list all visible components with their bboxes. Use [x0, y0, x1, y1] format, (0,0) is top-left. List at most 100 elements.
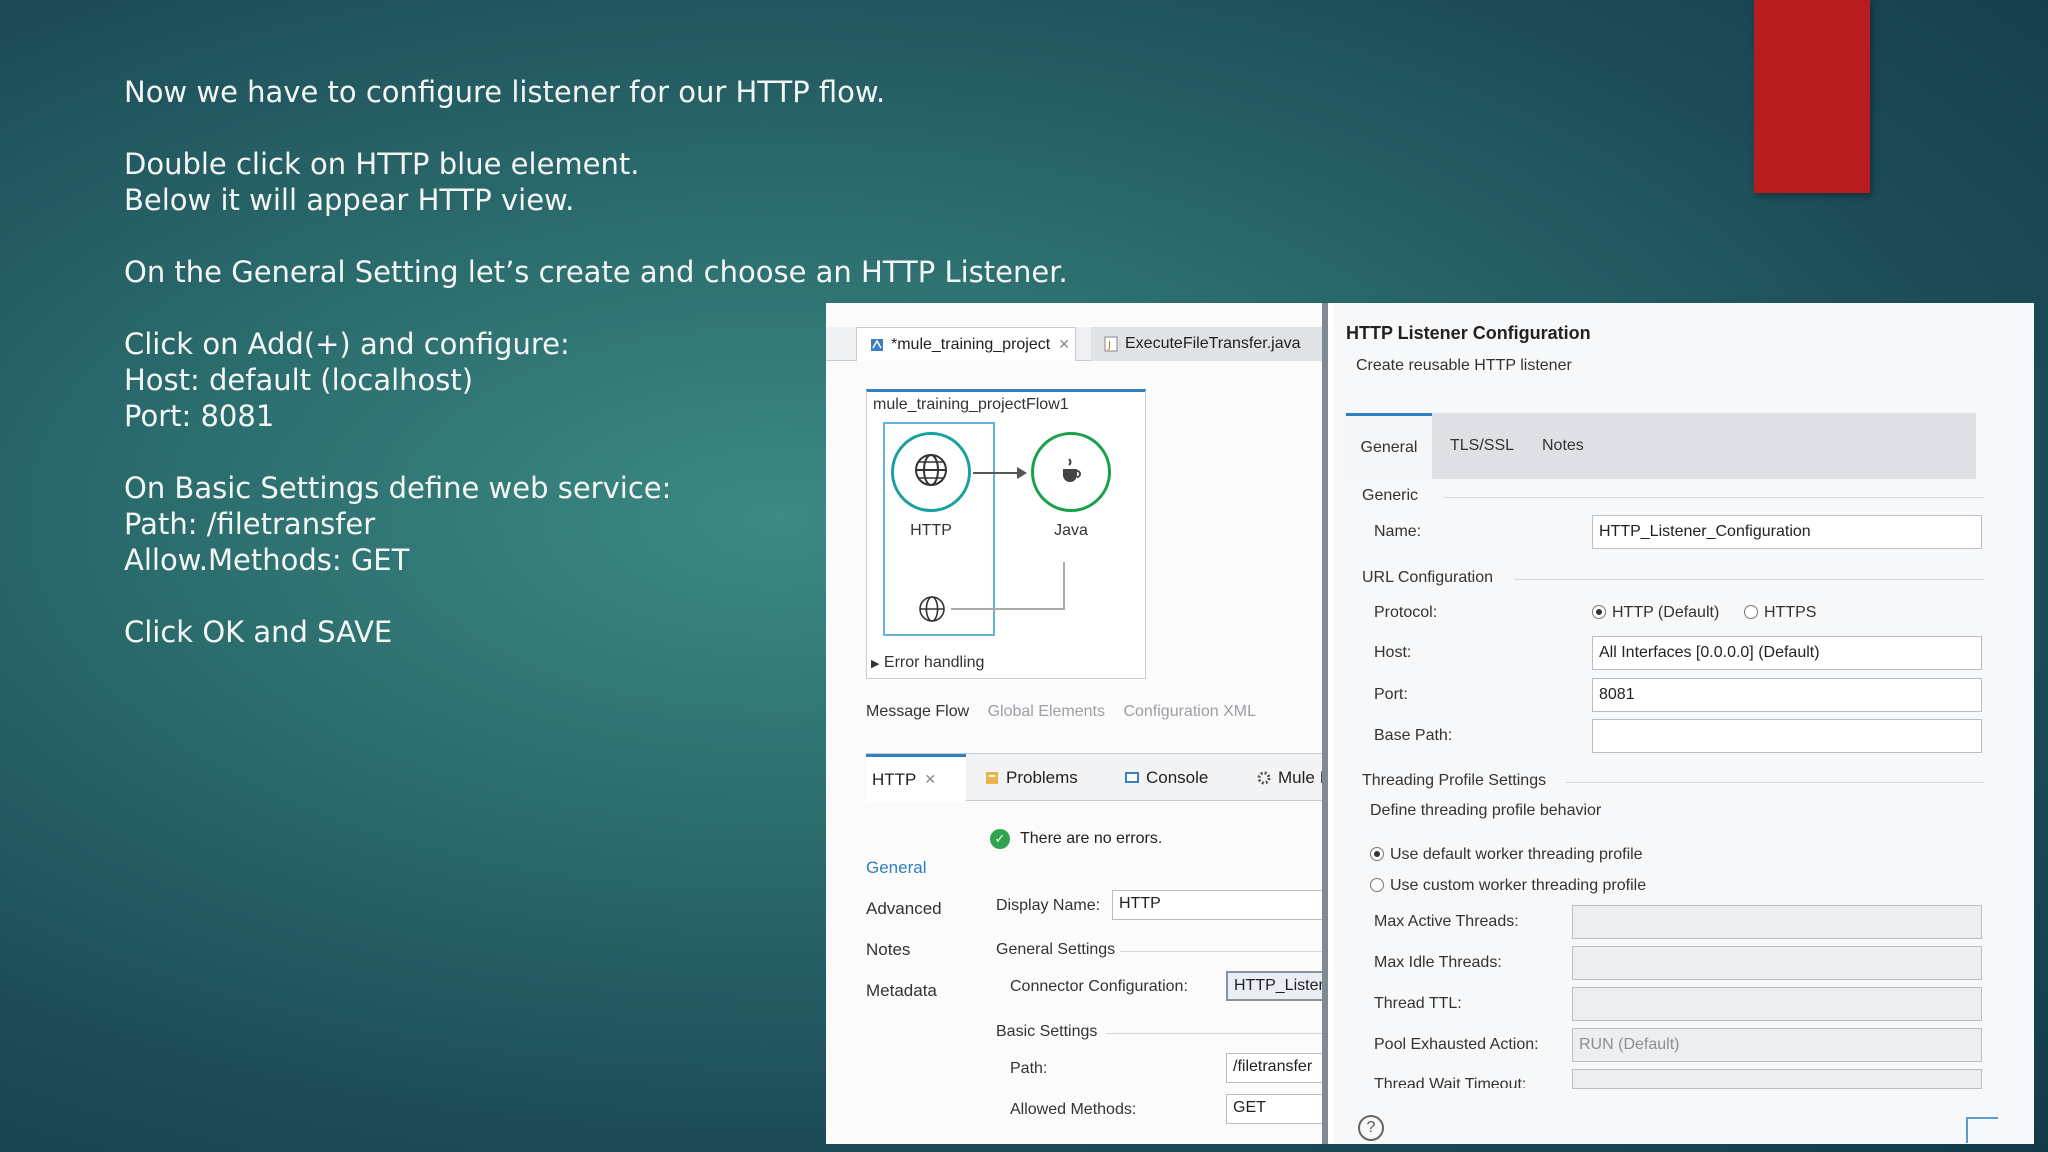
- tab-configuration-xml[interactable]: Configuration XML: [1123, 703, 1256, 720]
- java-file-icon: J: [1103, 336, 1119, 352]
- ok-button[interactable]: [1966, 1117, 1998, 1143]
- max-active-threads-input[interactable]: [1572, 905, 1982, 939]
- svg-text:J: J: [1107, 340, 1111, 351]
- max-idle-threads-label: Max Idle Threads:: [1374, 954, 1502, 971]
- base-path-label: Base Path:: [1374, 727, 1453, 744]
- general-settings-heading: General Settings: [996, 941, 1116, 958]
- tab-mule-project[interactable]: *mule_training_project ✕: [856, 327, 1076, 361]
- dialog-subtitle: Create reusable HTTP listener: [1356, 357, 1572, 374]
- http-listener-dialog: HTTP Listener Configuration Create reusa…: [1334, 303, 2034, 1144]
- tab-notes[interactable]: Notes: [1542, 437, 1584, 455]
- java-node-label: Java: [1054, 522, 1088, 539]
- nav-notes[interactable]: Notes: [866, 940, 942, 981]
- editor-subtabs: Message Flow Global Elements Configurati…: [866, 703, 1270, 721]
- instruction-line: Below it will appear HTTP view.: [124, 183, 575, 217]
- http-view-label: HTTP: [872, 769, 917, 789]
- name-input[interactable]: HTTP_Listener_Configuration: [1592, 515, 1982, 549]
- protocol-https-label: HTTPS: [1764, 604, 1817, 621]
- protocol-http-radio[interactable]: HTTP (Default): [1592, 604, 1719, 622]
- nav-general[interactable]: General: [866, 858, 942, 899]
- instructions-text: Now we have to configure listener for ou…: [124, 74, 1068, 650]
- pool-exhausted-select[interactable]: RUN (Default): [1572, 1028, 1982, 1062]
- thread-wait-timeout-input[interactable]: [1572, 1069, 1982, 1089]
- path-input[interactable]: /filetransfer: [1226, 1053, 1322, 1083]
- close-icon[interactable]: ✕: [1058, 336, 1070, 353]
- protocol-http-label: HTTP (Default): [1612, 604, 1720, 621]
- display-name-input[interactable]: HTTP: [1112, 890, 1322, 920]
- tab-label: ExecuteFileTransfer.java: [1125, 335, 1301, 352]
- red-accent-bar: [1754, 0, 1870, 193]
- generic-group-label: Generic: [1362, 487, 1419, 504]
- tab-http-view[interactable]: HTTP ✕: [866, 754, 966, 802]
- base-path-input[interactable]: [1592, 719, 1982, 753]
- status-message: ✓ There are no errors.: [990, 829, 1162, 849]
- problems-icon: [984, 770, 1000, 786]
- console-label: Console: [1146, 768, 1209, 787]
- nav-metadata[interactable]: Metadata: [866, 981, 942, 1022]
- instruction-line: On the General Setting let’s create and …: [124, 255, 1068, 289]
- max-active-threads-label: Max Active Threads:: [1374, 913, 1519, 930]
- tab-console[interactable]: Console: [1124, 754, 1208, 802]
- editor-pane: *mule_training_project ✕ J ExecuteFileTr…: [826, 303, 1328, 1144]
- tab-mule[interactable]: Mule I: [1256, 754, 1322, 802]
- problems-label: Problems: [1006, 768, 1078, 787]
- properties-nav: General Advanced Notes Metadata: [866, 858, 942, 1022]
- connector-config-select[interactable]: HTTP_Listener: [1226, 971, 1322, 1001]
- instruction-line: Now we have to configure listener for ou…: [124, 75, 886, 109]
- default-threading-radio[interactable]: Use default worker threading profile: [1370, 846, 1643, 864]
- radio-unselected: [1370, 878, 1384, 892]
- http-node-label: HTTP: [910, 522, 952, 539]
- java-node[interactable]: [1031, 432, 1111, 512]
- threading-description: Define threading profile behavior: [1370, 802, 1602, 819]
- instruction-line: Port: 8081: [124, 399, 275, 433]
- path-label: Path:: [1010, 1060, 1048, 1077]
- radio-selected: [1592, 605, 1606, 619]
- default-threading-label: Use default worker threading profile: [1390, 846, 1643, 863]
- pool-exhausted-label: Pool Exhausted Action:: [1374, 1036, 1539, 1053]
- response-line: [951, 608, 1063, 610]
- threading-group-label: Threading Profile Settings: [1362, 772, 1547, 789]
- radio-unselected: [1744, 605, 1758, 619]
- thread-ttl-input[interactable]: [1572, 987, 1982, 1021]
- close-icon[interactable]: ✕: [924, 771, 936, 788]
- basic-settings-heading: Basic Settings: [996, 1023, 1098, 1040]
- instruction-line: Click OK and SAVE: [124, 615, 393, 649]
- url-config-label: URL Configuration: [1362, 569, 1494, 586]
- tab-problems[interactable]: Problems: [984, 754, 1078, 802]
- instruction-line: Allow.Methods: GET: [124, 543, 410, 577]
- port-label: Port:: [1374, 686, 1408, 703]
- gear-icon: [1256, 770, 1272, 786]
- custom-threading-radio[interactable]: Use custom worker threading profile: [1370, 877, 1646, 895]
- flow-canvas: mule_training_projectFlow1 HTTP Java ▶ E…: [866, 389, 1146, 679]
- response-line: [1063, 562, 1065, 610]
- max-idle-threads-input[interactable]: [1572, 946, 1982, 980]
- allowed-methods-label: Allowed Methods:: [1010, 1101, 1137, 1118]
- protocol-https-radio[interactable]: HTTPS: [1744, 604, 1816, 622]
- radio-selected: [1370, 847, 1384, 861]
- instruction-line: Host: default (localhost): [124, 363, 474, 397]
- protocol-label: Protocol:: [1374, 604, 1438, 621]
- instruction-line: Double click on HTTP blue element.: [124, 147, 640, 181]
- tab-general[interactable]: General: [1346, 413, 1432, 479]
- ide-screenshot: *mule_training_project ✕ J ExecuteFileTr…: [826, 303, 2034, 1144]
- nav-advanced[interactable]: Advanced: [866, 899, 942, 940]
- instruction-line: Path: /filetransfer: [124, 507, 376, 541]
- error-handling-label: Error handling: [883, 654, 985, 671]
- name-label: Name:: [1374, 523, 1422, 540]
- dialog-tabbar: General TLS/SSL Notes: [1346, 413, 1976, 479]
- allowed-methods-input[interactable]: GET: [1226, 1094, 1322, 1124]
- java-cup-icon: [1054, 453, 1088, 492]
- http-node[interactable]: [891, 432, 971, 512]
- help-icon[interactable]: ?: [1358, 1115, 1384, 1141]
- tab-global-elements[interactable]: Global Elements: [988, 703, 1105, 720]
- thread-wait-timeout-label: Thread Wait Timeout:: [1374, 1076, 1527, 1088]
- tab-message-flow[interactable]: Message Flow: [866, 703, 969, 720]
- tab-tls-ssl[interactable]: TLS/SSL: [1450, 437, 1514, 455]
- port-input[interactable]: 8081: [1592, 678, 1982, 712]
- host-input[interactable]: All Interfaces [0.0.0.0] (Default): [1592, 636, 1982, 670]
- flow-arrow: [973, 467, 1027, 479]
- tab-java-file[interactable]: J ExecuteFileTransfer.java: [1091, 327, 1322, 361]
- error-handling-toggle[interactable]: ▶ Error handling: [871, 654, 984, 672]
- tab-label: *mule_training_project: [891, 335, 1051, 353]
- custom-threading-label: Use custom worker threading profile: [1390, 877, 1647, 894]
